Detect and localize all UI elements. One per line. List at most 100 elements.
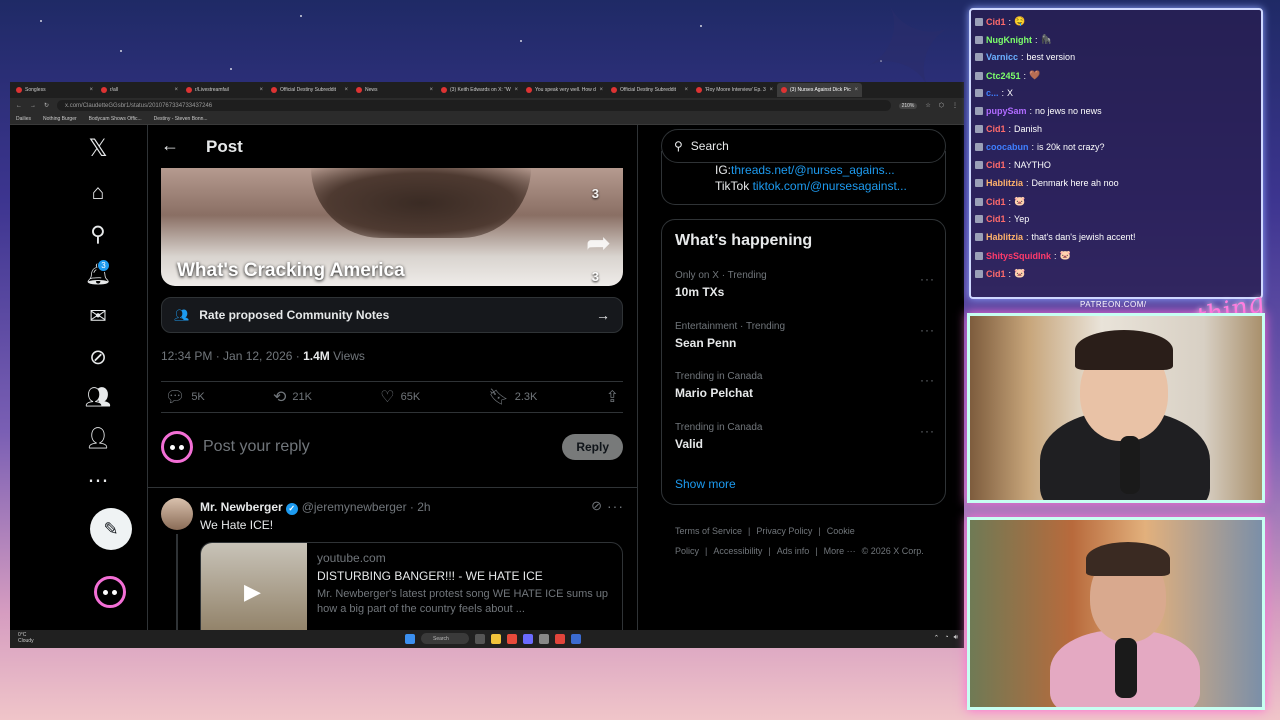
chat-username[interactable]: Cid1 xyxy=(986,197,1006,207)
chat-username[interactable]: Varnicc xyxy=(986,52,1018,62)
avatar[interactable] xyxy=(161,498,193,530)
trend-item[interactable]: Only on X · Trending 10m TXs ··· xyxy=(675,270,937,299)
reply-action[interactable]: 💬︎ 5K xyxy=(165,387,205,407)
chat-username[interactable]: ShitysSquidInk xyxy=(986,251,1051,261)
close-icon[interactable]: × xyxy=(174,87,178,93)
chevron-up-icon[interactable]: ⌃ xyxy=(933,634,939,642)
url-input[interactable]: x.com/ClaudetteGGsbr1/status/20107673347… xyxy=(57,100,891,111)
share-action[interactable]: ⇪ xyxy=(606,387,619,407)
taskbar-search[interactable]: Search xyxy=(421,633,469,644)
footer-link[interactable]: Accessibility xyxy=(713,546,762,556)
more-icon[interactable]: ⋯ xyxy=(85,467,111,493)
browser-tab[interactable]: You speak very well. How do you...× xyxy=(522,83,607,97)
wifi-icon[interactable]: ◔ xyxy=(944,634,948,642)
ig-link[interactable]: threads.net/@nurses_agains... xyxy=(731,163,895,177)
app-icon[interactable] xyxy=(539,633,549,644)
communities-icon[interactable]: 👥︎ xyxy=(85,385,112,411)
compose-post-button[interactable]: ✎ xyxy=(90,508,132,550)
windows-start-icon[interactable] xyxy=(405,633,415,644)
search-icon[interactable]: ⚲ xyxy=(85,221,111,247)
reply-tweet[interactable]: Mr. Newberger ✓ @jeremynewberger · 2h ⊘ ··… xyxy=(148,487,637,630)
obs-icon[interactable] xyxy=(555,633,565,644)
close-icon[interactable]: × xyxy=(599,87,603,93)
grok-icon[interactable]: ⊘ xyxy=(591,498,602,514)
footer-link[interactable]: Terms of Service xyxy=(675,526,742,536)
zoom-indicator[interactable]: 210% xyxy=(898,102,918,109)
browser-tab[interactable]: Official Destiny Subreddit × xyxy=(607,83,692,97)
menu-icon[interactable]: ⋮ xyxy=(952,102,958,109)
reply-button[interactable]: Reply xyxy=(562,434,623,460)
close-icon[interactable]: × xyxy=(344,87,348,93)
reload-icon[interactable]: ↻ xyxy=(44,102,49,109)
back-icon[interactable]: ← xyxy=(16,103,22,109)
close-icon[interactable]: × xyxy=(89,87,93,93)
chat-username[interactable]: Cid1 xyxy=(986,269,1006,279)
task-view-icon[interactable] xyxy=(475,633,485,644)
extensions-icon[interactable]: ⬡ xyxy=(939,102,944,109)
notifications-icon[interactable]: 🔔︎ 3 xyxy=(85,259,111,288)
repost-action[interactable]: ⟲ 21K xyxy=(273,387,312,407)
like-action[interactable]: ♡ 65K xyxy=(380,387,420,407)
account-avatar[interactable] xyxy=(94,576,126,608)
footer-link[interactable]: Privacy Policy xyxy=(756,526,812,536)
weather-widget[interactable]: 0°C Cloudy xyxy=(18,632,34,644)
steam-icon[interactable] xyxy=(571,633,581,644)
chat-username[interactable]: Hablitzia xyxy=(986,178,1023,188)
chat-username[interactable]: c... xyxy=(986,88,999,98)
chat-username[interactable]: coocabun xyxy=(986,142,1029,152)
chat-username[interactable]: Ctc2451 xyxy=(986,71,1021,81)
back-arrow-icon[interactable]: ← xyxy=(161,135,179,156)
chat-username[interactable]: Cid1 xyxy=(986,17,1006,27)
discord-icon[interactable] xyxy=(523,633,533,644)
chat-username[interactable]: Cid1 xyxy=(986,214,1006,224)
close-icon[interactable]: × xyxy=(769,87,773,93)
more-options-icon[interactable]: ··· xyxy=(607,498,624,514)
browser-tab[interactable]: (3) Nurses Against Dick Pics... × xyxy=(777,83,862,97)
profile-icon[interactable]: 👤︎ xyxy=(85,426,112,452)
browser-tab[interactable]: (3) Keith Edwards on X: "WE ARE...× xyxy=(437,83,522,97)
link-card[interactable]: ▶ youtube.com DISTURBING BANGER!!! - WE … xyxy=(200,542,623,630)
tiktok-link[interactable]: tiktok.com/@nursesagainst... xyxy=(753,179,907,193)
more-options-icon[interactable]: ··· xyxy=(920,373,935,387)
volume-icon[interactable]: 🔊︎ xyxy=(954,634,958,642)
footer-link[interactable]: © 2026 X Corp. xyxy=(862,546,924,556)
more-options-icon[interactable]: ··· xyxy=(920,323,935,337)
chrome-icon[interactable] xyxy=(507,633,517,644)
star-icon[interactable]: ☆ xyxy=(925,102,930,109)
bookmark-item[interactable]: Nothing Burger xyxy=(43,116,77,122)
search-input[interactable]: ⚲ Search xyxy=(661,129,946,163)
close-icon[interactable]: × xyxy=(854,87,858,93)
show-more-link[interactable]: Show more xyxy=(675,477,736,491)
x-logo-icon[interactable]: 𝕏 xyxy=(85,135,111,162)
reply-input[interactable]: Post your reply xyxy=(203,438,552,456)
home-icon[interactable]: ⌂ xyxy=(85,180,111,206)
video-player[interactable]: 3 ➦ 3 What's Cracking America xyxy=(161,168,623,286)
chat-username[interactable]: pupySam xyxy=(986,106,1027,116)
bookmark-item[interactable]: Destiny - Steven Bonn... xyxy=(154,116,208,122)
chat-username[interactable]: NugKnight xyxy=(986,35,1032,45)
trend-item[interactable]: Trending in Canada Mario Pelchat ··· xyxy=(675,371,937,400)
trend-item[interactable]: Trending in Canada Valid ··· xyxy=(675,422,937,451)
more-options-icon[interactable]: ··· xyxy=(920,272,935,286)
browser-tab[interactable]: Official Destiny Subreddit × xyxy=(267,83,352,97)
close-icon[interactable]: × xyxy=(684,87,688,93)
bookmark-action[interactable]: 🔖︎ 2.3K xyxy=(488,387,537,407)
tweet-author[interactable]: Mr. Newberger ✓ @jeremynewberger · 2h xyxy=(200,500,431,515)
browser-tab[interactable]: 'Roy Moore Interview' Ep. 3 OH...× xyxy=(692,83,777,97)
chat-username[interactable]: Cid1 xyxy=(986,160,1006,170)
browser-tab[interactable]: News × xyxy=(352,83,437,97)
close-icon[interactable]: × xyxy=(429,87,433,93)
forward-icon[interactable]: → xyxy=(30,103,36,109)
bookmark-item[interactable]: Bodycam Shows Offic... xyxy=(89,116,142,122)
chat-username[interactable]: Hablitzia xyxy=(986,232,1023,242)
close-icon[interactable]: × xyxy=(259,87,263,93)
more-options-icon[interactable]: ··· xyxy=(920,424,935,438)
messages-icon[interactable]: ✉ xyxy=(85,303,111,329)
file-explorer-icon[interactable] xyxy=(491,633,501,644)
trend-item[interactable]: Entertainment · Trending Sean Penn ··· xyxy=(675,321,937,350)
grok-icon[interactable]: ⊘ xyxy=(85,344,111,370)
browser-tab[interactable]: Songless × xyxy=(12,83,97,97)
chat-username[interactable]: Cid1 xyxy=(986,124,1006,134)
footer-link[interactable]: Ads info xyxy=(777,546,810,556)
bookmark-item[interactable]: Dailies xyxy=(16,116,31,122)
